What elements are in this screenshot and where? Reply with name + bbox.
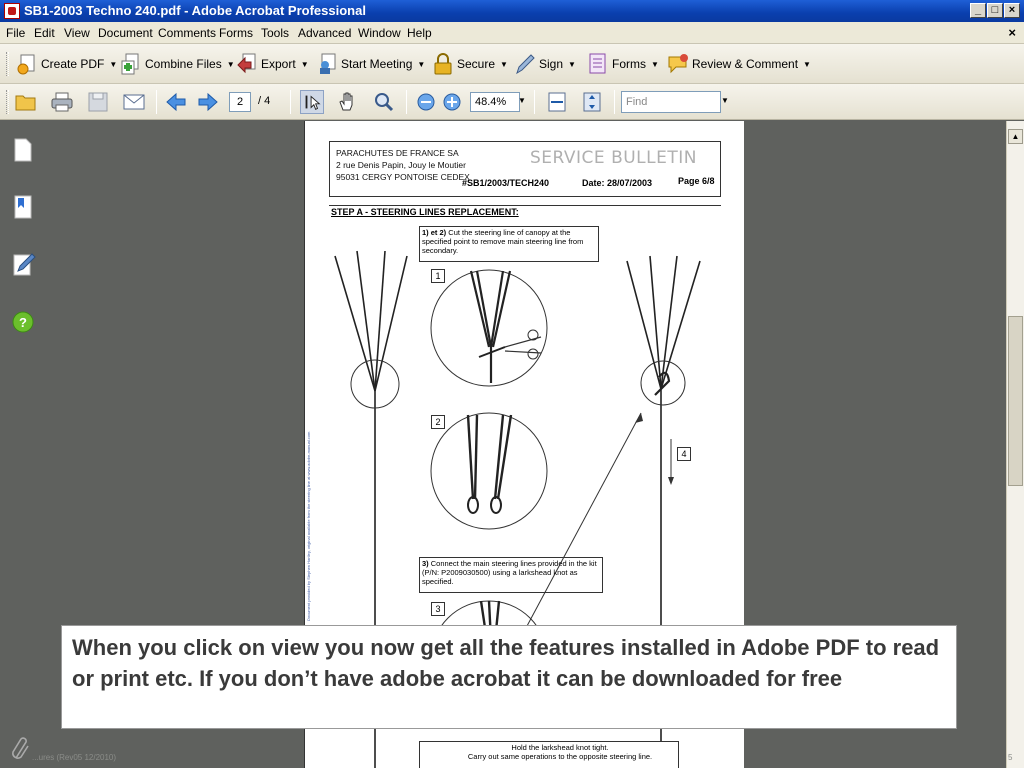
note-4-line1: Hold the larkshead knot tight.: [511, 743, 609, 752]
note-4-line2: Carry out same operations to the opposit…: [467, 752, 653, 761]
select-tool-icon[interactable]: [300, 90, 324, 114]
dropdown-caret-icon: ▼: [417, 59, 426, 69]
menu-file[interactable]: File: [6, 26, 25, 40]
combine-files-button[interactable]: Combine Files ▼: [120, 53, 235, 75]
current-page-input[interactable]: 2: [229, 92, 251, 112]
fit-page-icon[interactable]: [580, 90, 604, 114]
menu-advanced[interactable]: Advanced: [298, 26, 351, 40]
zoom-tool-icon[interactable]: [372, 90, 396, 114]
fit-width-icon[interactable]: [545, 90, 569, 114]
menu-edit[interactable]: Edit: [34, 26, 55, 40]
find-input[interactable]: Find: [621, 91, 721, 113]
zoom-level-input[interactable]: 48.4%: [470, 92, 520, 112]
open-folder-icon[interactable]: [14, 90, 38, 114]
combine-files-icon: [120, 53, 142, 75]
export-icon: [236, 53, 258, 75]
secure-button[interactable]: Secure ▼: [432, 53, 508, 75]
close-button[interactable]: ×: [1004, 3, 1020, 18]
menu-tools[interactable]: Tools: [261, 26, 289, 40]
menu-window[interactable]: Window: [358, 26, 401, 40]
tasks-toolbar: Create PDF ▼ Combine Files ▼ Export ▼ Start…: [0, 44, 1024, 84]
find-dropdown-icon[interactable]: ▼: [721, 96, 729, 105]
window-titlebar: SB1-2003 Techno 240.pdf - Adobe Acrobat …: [0, 0, 1024, 22]
next-page-icon[interactable]: [196, 90, 220, 114]
start-meeting-icon: [316, 53, 338, 75]
start-meeting-label: Start Meeting: [341, 57, 413, 71]
review-comment-label: Review & Comment: [692, 57, 799, 71]
scroll-up-icon[interactable]: ▲: [1008, 129, 1023, 144]
dropdown-caret-icon: ▼: [651, 59, 659, 69]
save-icon[interactable]: [86, 90, 110, 114]
dropdown-caret-icon: ▼: [300, 59, 309, 69]
menu-view[interactable]: View: [64, 26, 90, 40]
create-pdf-icon: [16, 53, 38, 75]
dropdown-caret-icon: ▼: [568, 59, 576, 69]
menu-help[interactable]: Help: [407, 26, 432, 40]
combine-files-label: Combine Files: [145, 57, 222, 71]
menu-comments[interactable]: Comments: [158, 26, 216, 40]
slide-caption: When you click on view you now get all t…: [61, 625, 957, 729]
vertical-scrollbar[interactable]: ▲: [1006, 121, 1024, 768]
acrobat-app-icon: [4, 3, 20, 19]
export-label: Export: [261, 57, 296, 71]
create-pdf-button[interactable]: Create PDF ▼: [16, 53, 117, 75]
lock-icon: [432, 53, 454, 75]
instruction-note-4: Hold the larkshead knot tight. Carry out…: [419, 741, 679, 768]
signatures-panel-icon[interactable]: [12, 251, 36, 277]
pen-icon: [514, 53, 536, 75]
hand-tool-icon[interactable]: [336, 90, 360, 114]
total-pages-label: / 4: [258, 95, 271, 107]
forms-icon: [587, 53, 609, 75]
window-title: SB1-2003 Techno 240.pdf - Adobe Acrobat …: [24, 3, 366, 18]
toolbar-separator: [534, 90, 535, 114]
caption-text: When you click on view you now get all t…: [72, 635, 940, 691]
scrollbar-thumb[interactable]: [1008, 316, 1023, 486]
svg-text:?: ?: [19, 315, 27, 330]
dropdown-caret-icon: ▼: [803, 59, 811, 69]
menu-bar: File Edit View Document Comments Forms T…: [0, 22, 1024, 44]
menu-document[interactable]: Document: [98, 26, 153, 40]
start-meeting-button[interactable]: Start Meeting ▼: [316, 53, 425, 75]
comment-bubble-icon: [667, 53, 689, 75]
toolbar-separator: [614, 90, 615, 114]
toolbar-separator: [290, 90, 291, 114]
maximize-button[interactable]: □: [987, 3, 1003, 18]
review-comment-button[interactable]: Review & Comment ▼: [667, 53, 811, 75]
secure-label: Secure: [457, 57, 496, 71]
sign-button[interactable]: Sign ▼: [514, 53, 576, 75]
minimize-button[interactable]: _: [970, 3, 986, 18]
export-button[interactable]: Export ▼: [236, 53, 309, 75]
dropdown-caret-icon: ▼: [500, 59, 508, 69]
toolbar-grip[interactable]: [6, 52, 9, 76]
create-pdf-label: Create PDF: [41, 57, 105, 71]
pages-panel-icon[interactable]: [12, 137, 34, 163]
previous-page-icon[interactable]: [164, 90, 188, 114]
bookmarks-panel-icon[interactable]: [12, 194, 34, 220]
toolbar-grip[interactable]: [6, 90, 9, 114]
help-icon[interactable]: ?: [12, 311, 34, 333]
toolbar-separator: [156, 90, 157, 114]
navigation-pane: ?: [0, 121, 48, 768]
forms-button[interactable]: Forms ▼: [587, 53, 659, 75]
navigation-toolbar: 2 / 4 48.4% ▼ Find ▼: [0, 84, 1024, 120]
forms-label: Forms: [612, 57, 646, 71]
zoom-in-icon[interactable]: [440, 90, 464, 114]
dropdown-caret-icon: ▼: [109, 59, 118, 69]
menu-forms[interactable]: Forms: [219, 26, 253, 40]
dropdown-caret-icon: ▼: [226, 59, 235, 69]
slide-footer-text: ...ures (Rev05 12/2010): [32, 753, 117, 762]
print-icon[interactable]: [50, 90, 74, 114]
slide-number: 5: [1008, 753, 1013, 762]
zoom-out-icon[interactable]: [414, 90, 438, 114]
zoom-dropdown-icon[interactable]: ▼: [518, 96, 526, 105]
sign-label: Sign: [539, 57, 564, 71]
paperclip-icon: [12, 737, 29, 759]
close-document-icon[interactable]: ×: [1008, 25, 1016, 40]
email-icon[interactable]: [122, 90, 146, 114]
toolbar-separator: [406, 90, 407, 114]
